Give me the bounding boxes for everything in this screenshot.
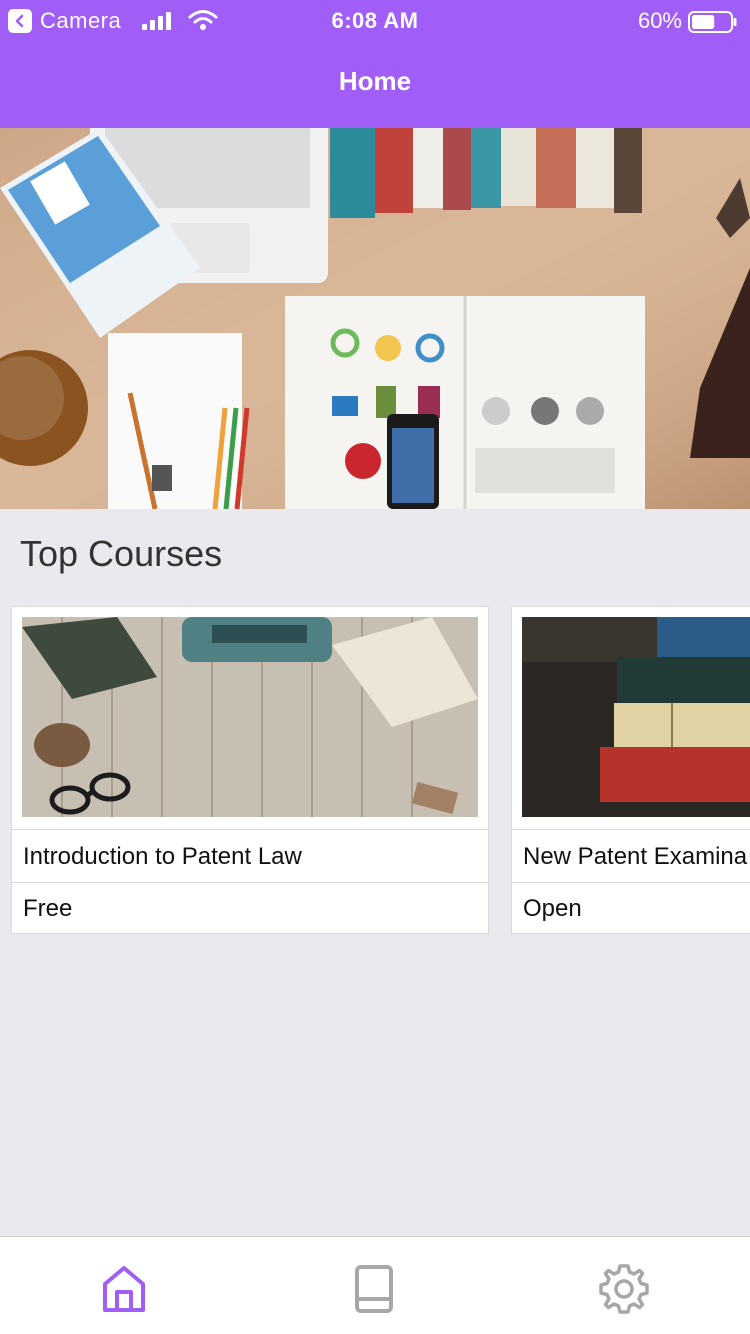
- page-title: Home: [338, 66, 412, 96]
- hero-carousel[interactable]: [0, 128, 750, 509]
- course-thumbnail: [522, 617, 750, 817]
- course-title: New Patent Examina: [512, 829, 750, 883]
- app-header: Camera 6:08 AM 60% Home: [0, 0, 750, 128]
- battery-icon: [688, 11, 737, 33]
- gear-icon: [599, 1264, 649, 1314]
- tab-bar: [0, 1236, 750, 1334]
- course-title: Introduction to Patent Law: [12, 829, 488, 883]
- hero-desk-image: [0, 128, 750, 509]
- book-icon: [355, 1265, 393, 1313]
- course-thumbnail: [22, 617, 478, 817]
- status-bar: Camera 6:08 AM 60%: [0, 0, 750, 42]
- tab-home[interactable]: [94, 1261, 154, 1317]
- course-price: Free: [23, 895, 73, 922]
- tab-settings[interactable]: [594, 1261, 654, 1317]
- home-icon: [103, 1266, 145, 1312]
- course-card[interactable]: New Patent Examina Open: [511, 606, 750, 934]
- battery-percentage: 60%: [637, 8, 682, 33]
- section-title: Top Courses: [20, 533, 223, 574]
- course-price: Open: [523, 895, 582, 922]
- course-card[interactable]: Introduction to Patent Law Free: [11, 606, 489, 934]
- tab-courses[interactable]: [344, 1261, 404, 1317]
